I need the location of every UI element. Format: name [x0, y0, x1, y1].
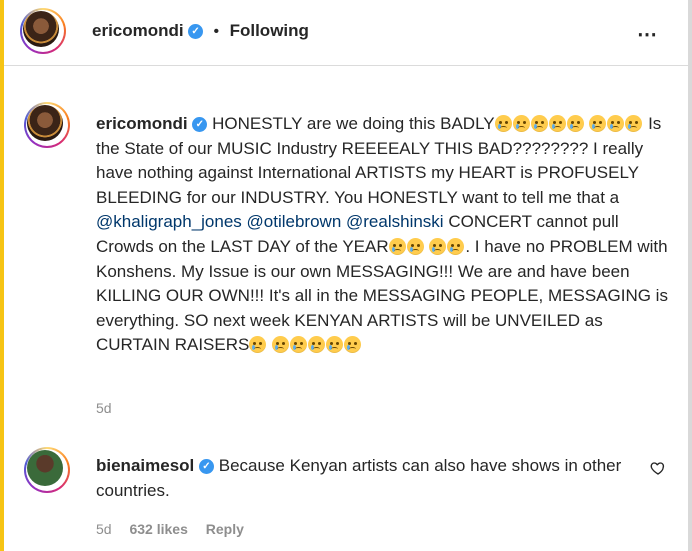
comment-meta: 5d 632 likes Reply — [96, 521, 258, 537]
verified-icon: ✓ — [199, 459, 214, 475]
sad-face-icon — [344, 336, 362, 354]
header-user-row: ericomondi ✓ • Following — [92, 21, 309, 41]
comment-timestamp: 5d — [96, 521, 112, 537]
comment-username[interactable]: bienaimesol — [96, 456, 194, 475]
sad-face-icon — [249, 336, 267, 354]
comment-text: bienaimesol ✓ Because Kenyan artists can… — [96, 454, 644, 503]
separator-dot: • — [213, 23, 220, 40]
sad-face-icon — [388, 237, 406, 255]
caption-username[interactable]: ericomondi — [96, 114, 188, 133]
sad-face-icon — [447, 237, 465, 255]
caption-timestamp: 5d — [96, 400, 112, 416]
avatar-photo — [23, 11, 59, 47]
heart-icon[interactable] — [650, 460, 666, 476]
caption-text: ericomondi ✓ HONESTLY are we doing this … — [96, 112, 676, 358]
sad-face-icon — [566, 115, 584, 132]
caption-avatar[interactable] — [24, 102, 70, 148]
sad-face-icon — [530, 115, 548, 132]
reply-button[interactable]: Reply — [206, 521, 244, 537]
comment-likes[interactable]: 632 likes — [129, 521, 187, 537]
sad-face-icon — [272, 336, 290, 354]
sad-face-icon — [429, 237, 447, 255]
sad-face-icon — [494, 115, 512, 132]
mention-link[interactable]: @khaligraph_jones — [96, 212, 242, 231]
following-button[interactable]: Following — [230, 21, 309, 40]
right-edge-strip — [688, 0, 692, 551]
avatar-photo — [27, 105, 63, 141]
sad-face-icon — [326, 336, 344, 354]
sad-face-icon — [406, 237, 424, 255]
mention-link[interactable]: @otilebrown — [247, 212, 342, 231]
sad-face-icon — [290, 336, 308, 354]
verified-icon: ✓ — [192, 117, 208, 133]
sad-face-icon — [589, 115, 607, 132]
sad-face-icon — [512, 115, 530, 132]
header-avatar[interactable] — [20, 8, 66, 54]
post-header: ericomondi ✓ • Following ⋯ — [4, 0, 688, 66]
avatar-photo — [27, 450, 63, 486]
comment-avatar[interactable] — [24, 447, 70, 493]
more-options-icon[interactable]: ⋯ — [637, 22, 658, 47]
sad-face-icon — [548, 115, 566, 132]
sad-face-icon — [625, 115, 643, 132]
verified-icon: ✓ — [188, 24, 204, 40]
mention-link[interactable]: @realshinski — [346, 212, 444, 231]
sad-face-icon — [607, 115, 625, 132]
left-edge-strip — [0, 0, 4, 551]
caption-segment: HONESTLY are we doing this BADLY — [212, 114, 495, 133]
sad-face-icon — [308, 336, 326, 354]
header-username[interactable]: ericomondi — [92, 21, 184, 40]
